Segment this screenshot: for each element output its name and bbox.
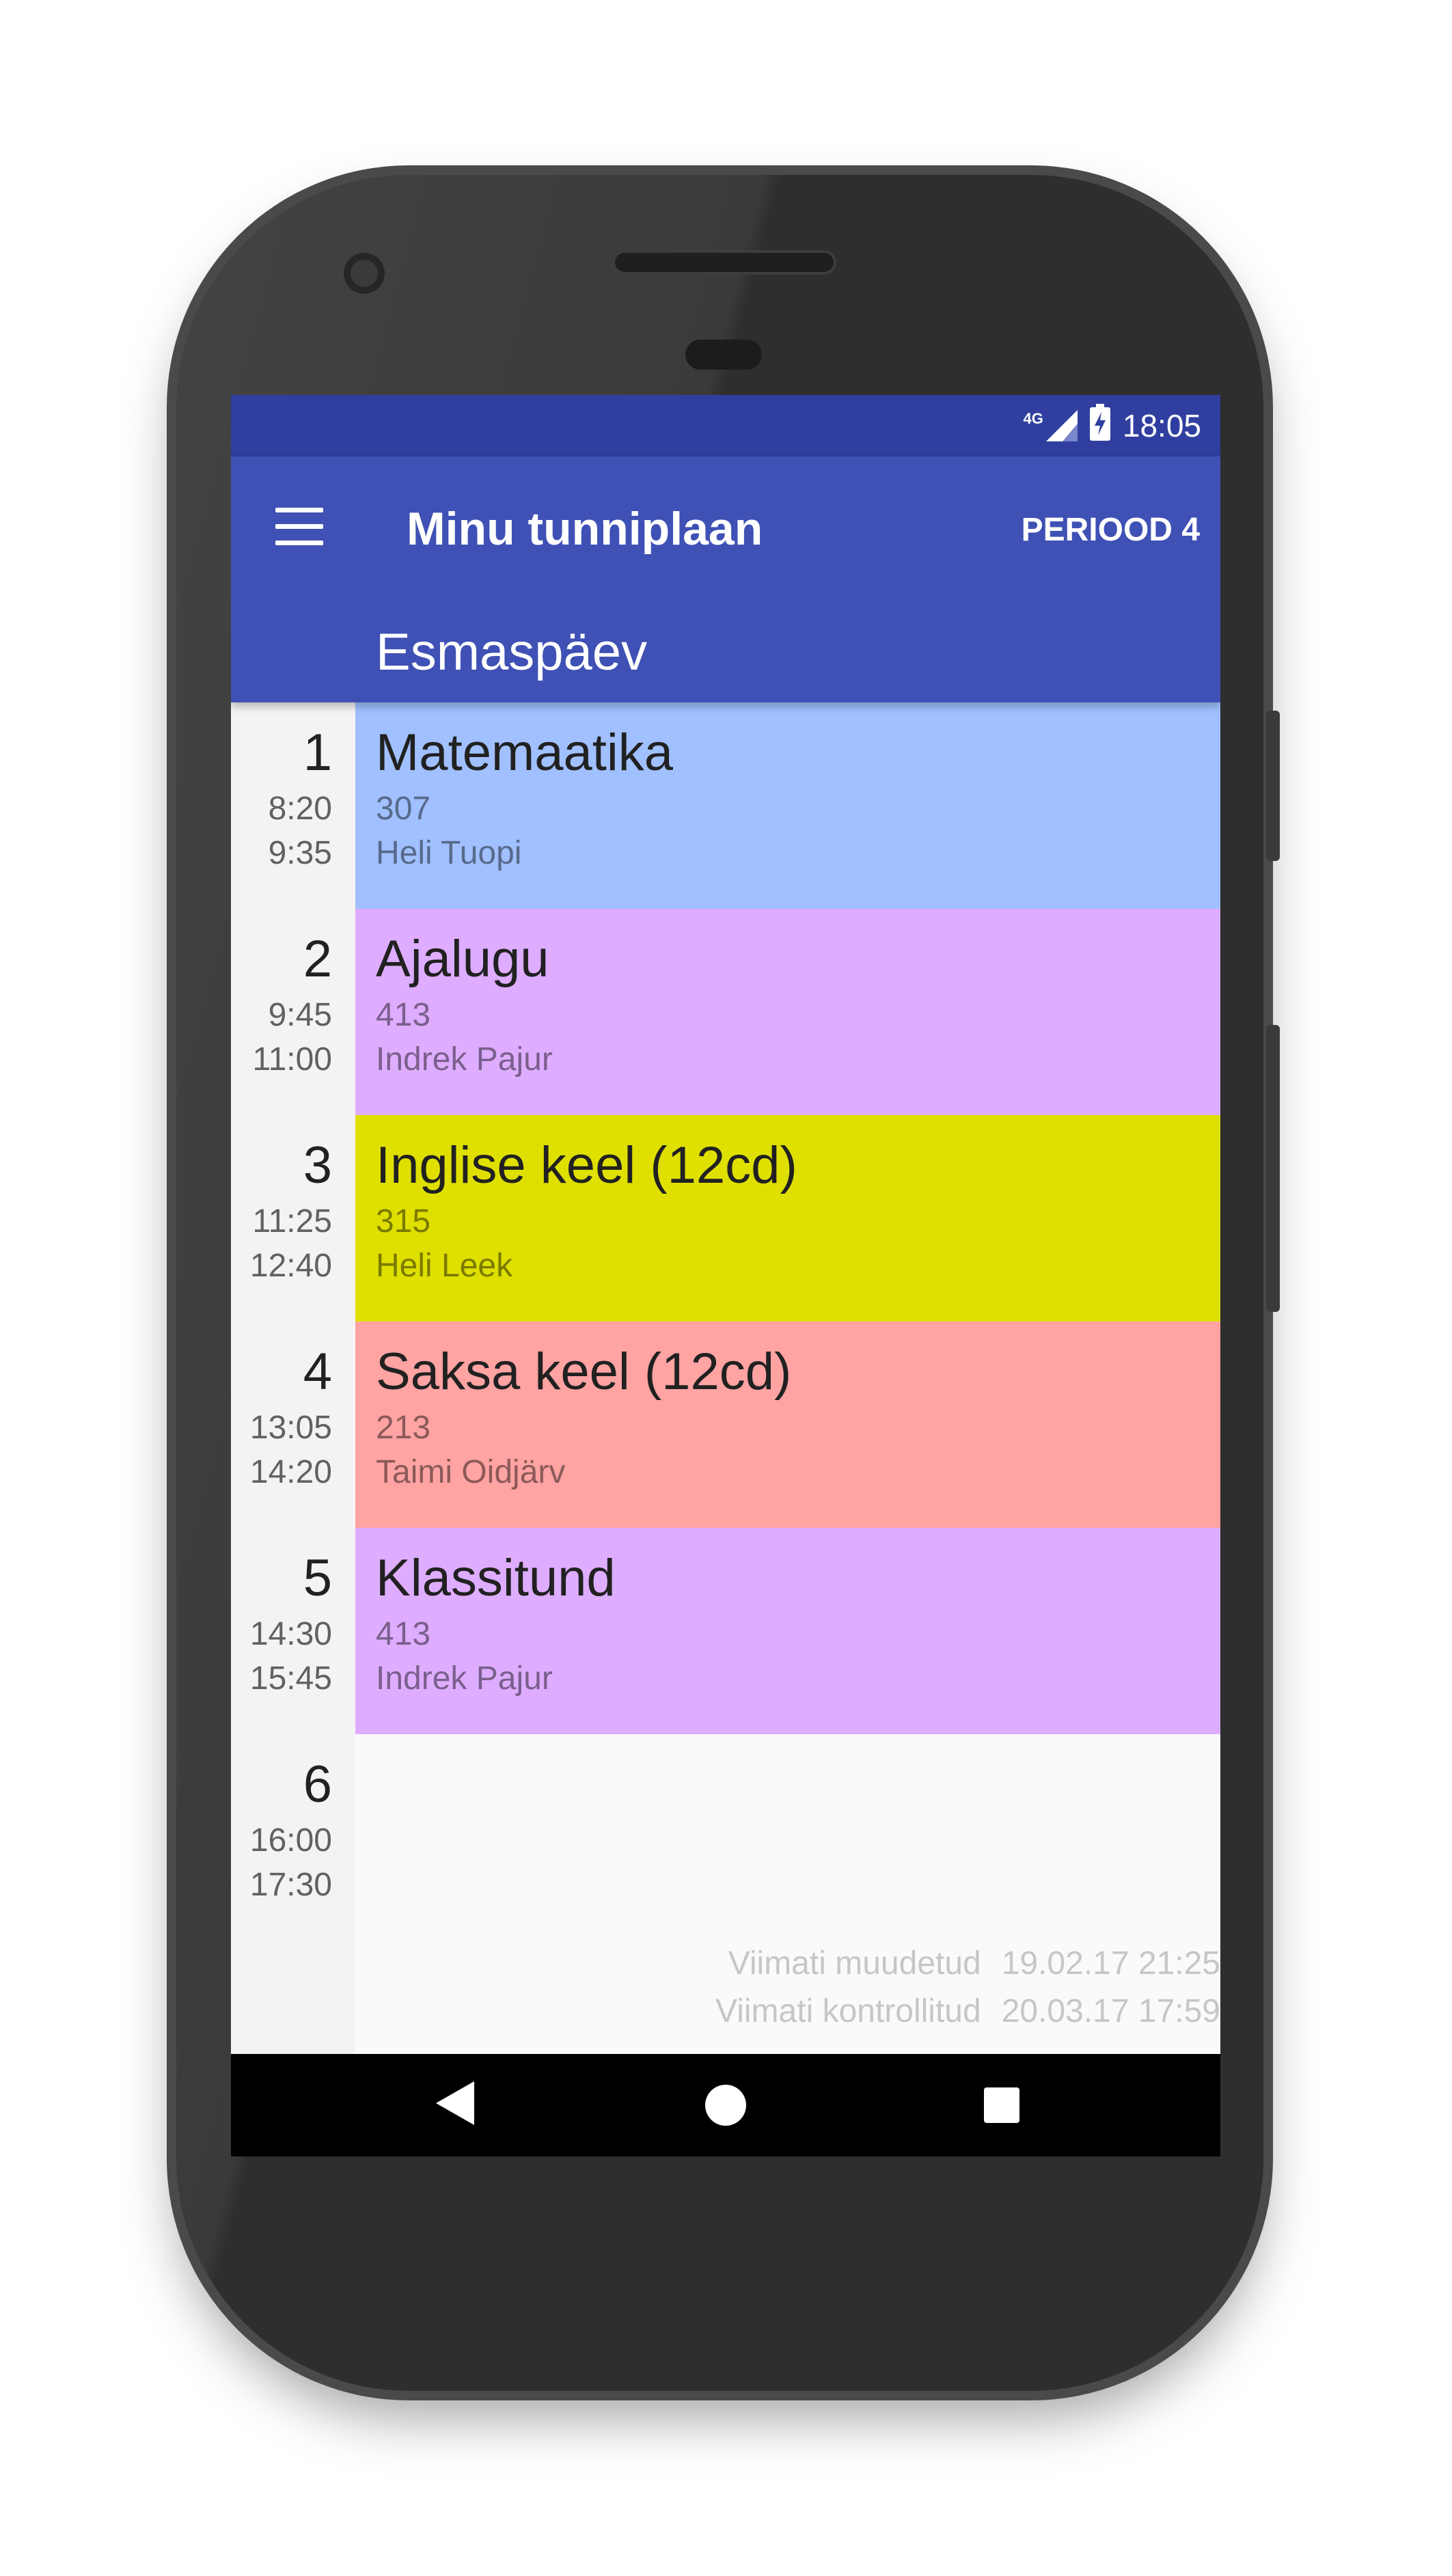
earpiece-speaker (615, 253, 834, 272)
sync-info: Viimati muudetud 19.02.17 21:25 Viimati … (715, 1945, 1220, 2040)
lesson-subject: Inglise keel (12cd) (376, 1136, 797, 1194)
period-button[interactable]: PERIOOD 4 (1022, 511, 1200, 549)
hamburger-menu-icon[interactable] (275, 508, 323, 546)
front-camera (344, 253, 385, 294)
home-icon[interactable] (705, 2085, 746, 2126)
lesson-start-time: 11:25 (252, 1203, 332, 1239)
lesson-card[interactable]: Inglise keel (12cd) 315 Heli Leek (355, 1115, 1220, 1321)
checked-label: Viimati kontrollitud (715, 1993, 981, 2029)
lesson-subject: Ajalugu (376, 930, 549, 988)
lesson-end-time: 15:45 (249, 1660, 332, 1697)
lesson-start-time: 14:30 (249, 1616, 332, 1652)
modified-label: Viimati muudetud (728, 1945, 981, 1982)
lesson-teacher: Taimi Oidjärv (376, 1454, 566, 1490)
lesson-card[interactable]: Klassitund 413 Indrek Pajur (355, 1528, 1220, 1734)
app-bar: Minu tunniplaan PERIOOD 4 Esmaspäev (231, 456, 1220, 702)
lesson-row-1[interactable]: 1 8:20 9:35 Matemaatika 307 Heli Tuopi (231, 702, 1220, 909)
lesson-number: 2 (303, 930, 332, 988)
checked-value: 20.03.17 17:59 (1001, 1993, 1220, 2029)
lesson-teacher: Heli Tuopi (376, 835, 522, 871)
lesson-room: 413 (376, 997, 431, 1033)
lesson-end-time: 11:00 (252, 1041, 332, 1078)
lesson-card[interactable]: Ajalugu 413 Indrek Pajur (355, 909, 1220, 1115)
lesson-card[interactable]: Matemaatika 307 Heli Tuopi (355, 702, 1220, 909)
lesson-subject: Matemaatika (376, 724, 674, 782)
lesson-end-time: 12:40 (249, 1248, 332, 1284)
app-title: Minu tunniplaan (407, 503, 763, 555)
volume-button (1266, 1025, 1280, 1312)
proximity-sensor (685, 340, 762, 370)
battery-icon (1089, 403, 1110, 448)
lesson-room: 213 (376, 1410, 431, 1446)
back-icon[interactable] (436, 2081, 474, 2128)
lesson-card[interactable]: Saksa keel (12cd) 213 Taimi Oidjärv (355, 1321, 1220, 1528)
lesson-row-5[interactable]: 5 14:30 15:45 Klassitund 413 Indrek Paju… (231, 1528, 1220, 1734)
modified-value: 19.02.17 21:25 (1001, 1945, 1220, 1982)
lesson-number: 6 (303, 1755, 332, 1813)
lesson-teacher: Heli Leek (376, 1248, 513, 1284)
lesson-end-time: 17:30 (249, 1867, 332, 1903)
lesson-room: 307 (376, 791, 431, 827)
lesson-number: 4 (303, 1343, 332, 1401)
power-button (1266, 711, 1280, 861)
status-bar: 4G 18:05 (231, 395, 1220, 456)
lesson-row-6[interactable]: 6 16:00 17:30 (231, 1734, 1220, 1941)
app-screen: 4G 18:05 Minu tunniplaan PERIOOD 4 Esmas… (231, 395, 1220, 2156)
lesson-teacher: Indrek Pajur (376, 1041, 553, 1078)
lesson-room: 413 (376, 1616, 431, 1652)
lesson-number: 3 (303, 1136, 332, 1194)
lesson-card[interactable] (355, 1734, 1220, 1941)
lesson-row-3[interactable]: 3 11:25 12:40 Inglise keel (12cd) 315 He… (231, 1115, 1220, 1321)
lesson-row-4[interactable]: 4 13:05 14:20 Saksa keel (12cd) 213 Taim… (231, 1321, 1220, 1528)
lesson-start-time: 13:05 (249, 1410, 332, 1446)
network-icon: 4G (1024, 410, 1078, 441)
lesson-start-time: 16:00 (249, 1822, 332, 1859)
lesson-subject: Klassitund (376, 1549, 616, 1607)
lesson-end-time: 9:35 (268, 835, 332, 871)
recent-apps-icon[interactable] (984, 2087, 1019, 2123)
lesson-start-time: 8:20 (268, 791, 332, 827)
lesson-end-time: 14:20 (249, 1454, 332, 1490)
lesson-room: 315 (376, 1203, 431, 1239)
lesson-teacher: Indrek Pajur (376, 1660, 553, 1697)
navigation-bar (231, 2054, 1220, 2156)
lesson-number: 1 (303, 724, 332, 782)
lesson-start-time: 9:45 (268, 997, 332, 1033)
day-title: Esmaspäev (376, 623, 648, 681)
lesson-number: 5 (303, 1549, 332, 1607)
lesson-row-2[interactable]: 2 9:45 11:00 Ajalugu 413 Indrek Pajur (231, 909, 1220, 1115)
lesson-subject: Saksa keel (12cd) (376, 1343, 792, 1401)
status-time: 18:05 (1122, 408, 1201, 443)
